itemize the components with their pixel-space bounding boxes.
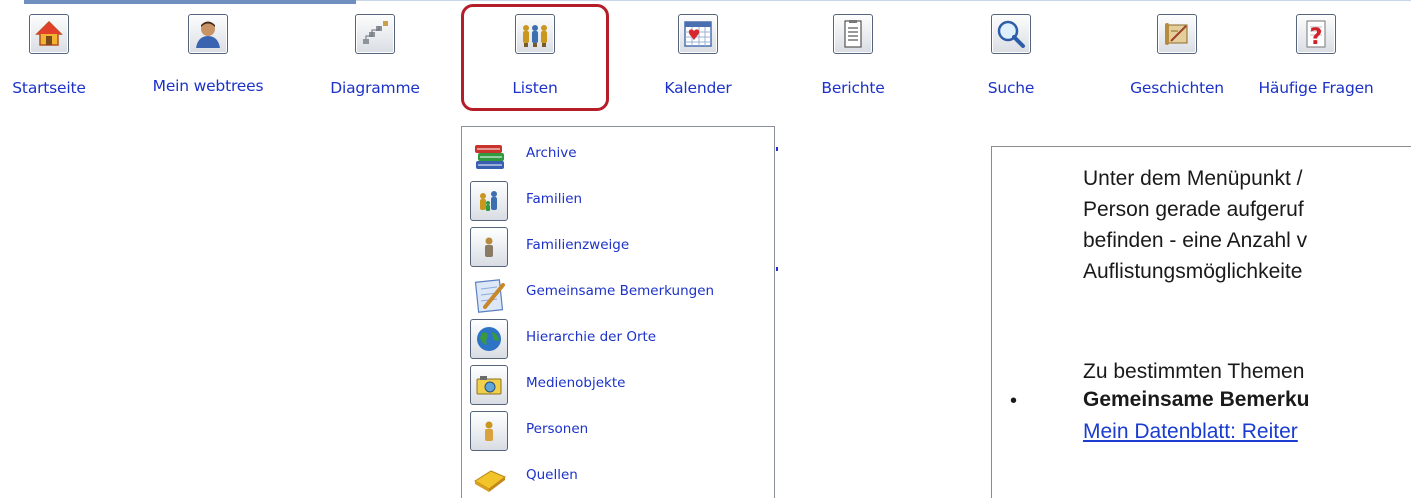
- page: Startseite Mein webtrees Diagramme Liste…: [0, 0, 1411, 498]
- help-text-line: Person gerade aufgeruf: [1083, 198, 1304, 221]
- help-text-line: Unter dem Menüpunkt /: [1083, 167, 1303, 190]
- nav-item-kalender[interactable]: Kalender: [633, 14, 763, 114]
- menu-item-label: Hierarchie der Orte: [526, 329, 657, 345]
- person-icon: [470, 227, 508, 267]
- family-icon: [470, 181, 508, 221]
- chart-icon: [355, 14, 395, 54]
- home-icon: [29, 14, 69, 54]
- highlight-frame: [461, 4, 609, 111]
- menu-item-familien[interactable]: Familien: [462, 181, 774, 227]
- scroll-marker: [776, 147, 778, 151]
- nav-label: Suche: [987, 79, 1035, 97]
- report-icon: [833, 14, 873, 54]
- listen-dropdown-menu: Archive Familien Familienzweige Gemeinsa…: [461, 126, 775, 498]
- nav-item-haeufige-fragen[interactable]: ? Häufige Fragen: [1251, 14, 1381, 114]
- menu-item-label: Quellen: [526, 467, 578, 483]
- top-divider: [356, 0, 1411, 1]
- menu-item-label: Gemeinsame Bemerkungen: [526, 283, 715, 299]
- menu-item-medienobjekte[interactable]: Medienobjekte: [462, 365, 774, 411]
- nav-label: Startseite: [12, 79, 86, 97]
- search-icon: [991, 14, 1031, 54]
- bullet-link[interactable]: Mein Datenblatt: Reiter: [1083, 420, 1298, 444]
- scroll-marker: [776, 267, 778, 271]
- question-icon: ?: [1296, 14, 1336, 54]
- books-icon: [470, 135, 508, 175]
- menu-item-personen[interactable]: Personen: [462, 411, 774, 457]
- nav-item-geschichten[interactable]: Geschichten: [1112, 14, 1242, 114]
- calendar-icon: [678, 14, 718, 54]
- menu-item-familienzweige[interactable]: Familienzweige: [462, 227, 774, 273]
- nav-item-berichte[interactable]: Berichte: [788, 14, 918, 114]
- menu-item-label: Medienobjekte: [526, 375, 626, 391]
- menu-item-label: Personen: [526, 421, 589, 437]
- menu-item-gemeinsame-bemerkungen[interactable]: Gemeinsame Bemerkungen: [462, 273, 774, 319]
- nav-item-startseite[interactable]: Startseite: [0, 14, 114, 114]
- menu-item-label: Familienzweige: [526, 237, 630, 253]
- menu-item-label: Familien: [526, 191, 583, 207]
- globe-icon: [470, 319, 508, 359]
- menu-item-archive[interactable]: Archive: [462, 135, 774, 181]
- note-icon: [470, 273, 508, 313]
- active-tab-indicator: [24, 0, 356, 4]
- person-icon: [470, 411, 508, 451]
- nav-item-suche[interactable]: Suche: [946, 14, 1076, 114]
- menu-item-quellen[interactable]: Quellen: [462, 457, 774, 498]
- nav-label: Geschichten: [1130, 79, 1224, 97]
- svg-text:?: ?: [1310, 25, 1323, 49]
- bullet-point: •: [1010, 390, 1018, 412]
- nav-item-mein-webtrees[interactable]: Mein webtrees: [143, 14, 273, 114]
- scroll-icon: [1157, 14, 1197, 54]
- nav-label: Diagramme: [330, 79, 420, 97]
- nav-item-diagramme[interactable]: Diagramme: [310, 14, 440, 114]
- camera-icon: [470, 365, 508, 405]
- bullet-bold-text: Gemeinsame Bemerku: [1083, 388, 1310, 411]
- nav-label: Häufige Fragen: [1258, 79, 1374, 97]
- user-icon: [188, 14, 228, 54]
- help-text-line: Auflistungsmöglichkeite: [1083, 260, 1303, 283]
- nav-label: Berichte: [821, 79, 885, 97]
- nav-label: Kalender: [664, 79, 732, 97]
- help-text-line: Zu bestimmten Themen: [1083, 360, 1305, 383]
- help-text-line: befinden - eine Anzahl v: [1083, 229, 1308, 252]
- menu-item-hierarchie-der-orte[interactable]: Hierarchie der Orte: [462, 319, 774, 365]
- nav-label: Mein webtrees: [152, 77, 264, 95]
- book-icon: [470, 457, 508, 497]
- menu-item-label: Archive: [526, 145, 577, 161]
